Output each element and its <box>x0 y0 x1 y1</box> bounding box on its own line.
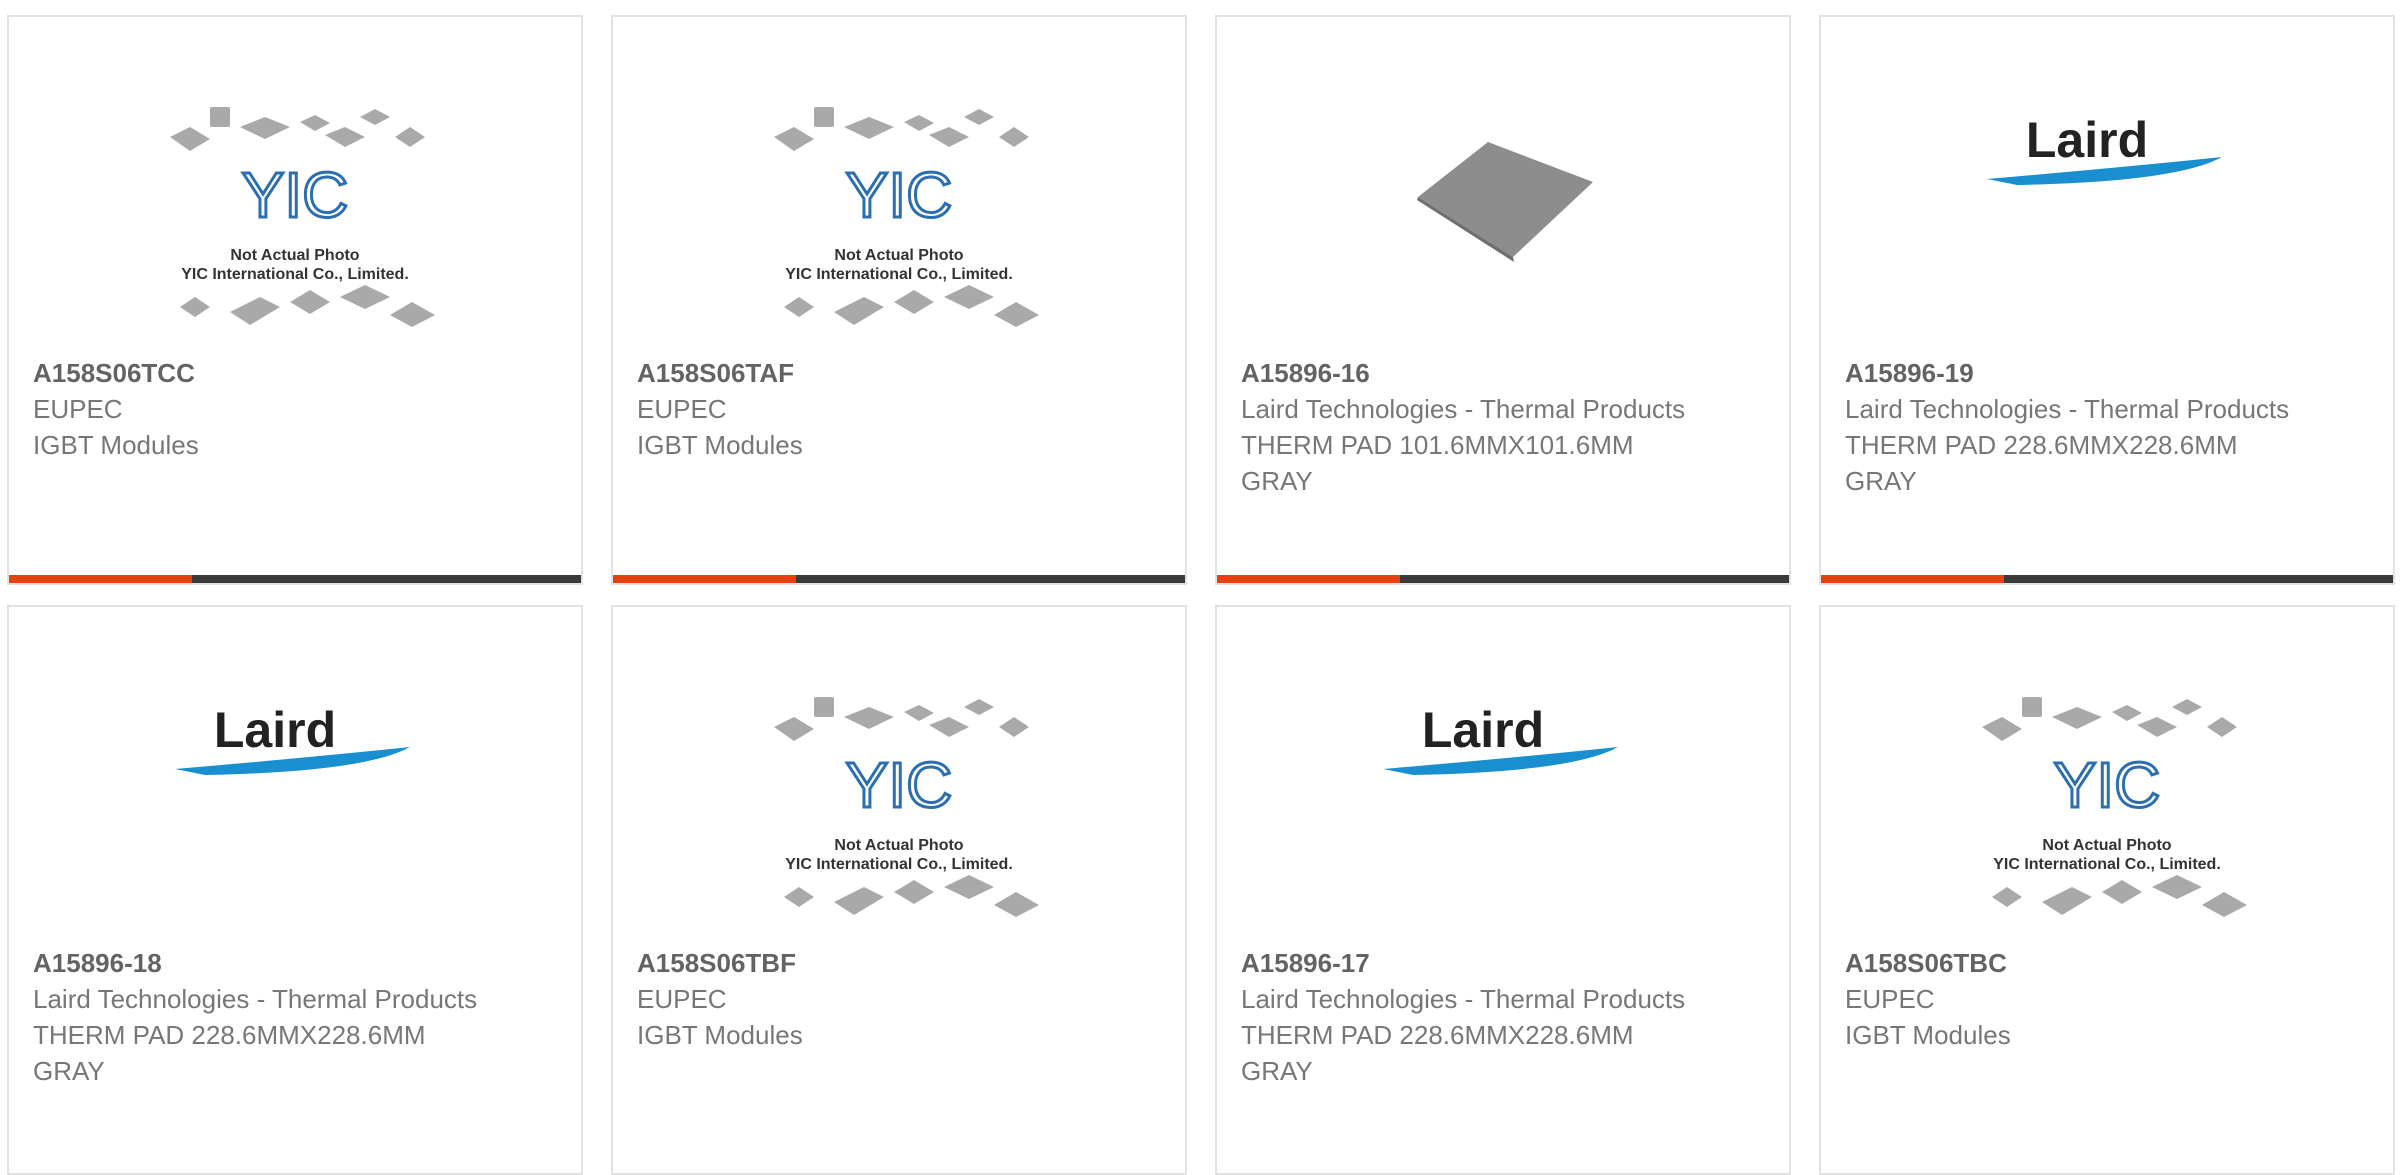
card-bottom-bar <box>9 575 581 583</box>
part-number[interactable]: A15896-17 <box>1241 945 1765 981</box>
company-text: YIC International Co., Limited. <box>785 266 1013 283</box>
svg-text:Laird: Laird <box>1422 702 1544 758</box>
description: IGBT Modules <box>637 430 803 460</box>
manufacturer: EUPEC <box>33 394 123 424</box>
card-bottom-bar <box>613 575 1185 583</box>
manufacturer: EUPEC <box>637 984 727 1014</box>
product-card[interactable]: Laird A15896-19 Laird Technologies - The… <box>1819 15 2395 585</box>
svg-text:Laird: Laird <box>214 702 336 758</box>
manufacturer: Laird Technologies - Thermal Products <box>1241 394 1686 424</box>
part-number[interactable]: A158S06TAF <box>637 355 1161 391</box>
manufacturer: Laird Technologies - Thermal Products <box>1845 394 2290 424</box>
product-image[interactable]: Laird <box>1217 687 1789 957</box>
laird-logo-icon: Laird <box>1987 112 2222 185</box>
part-number[interactable]: A158S06TBC <box>1845 945 2369 981</box>
description: THERM PAD 228.6MMX228.6MM GRAY <box>1241 1020 1634 1086</box>
not-actual-photo-text: Not Actual Photo <box>834 837 963 854</box>
company-text: YIC International Co., Limited. <box>1993 856 2221 873</box>
svg-text:Laird: Laird <box>2026 112 2148 168</box>
company-text: YIC International Co., Limited. <box>181 266 409 283</box>
part-number[interactable]: A15896-19 <box>1845 355 2369 391</box>
product-card[interactable]: Laird A15896-17 Laird Technologies - The… <box>1215 605 1791 1175</box>
not-actual-photo-text: Not Actual Photo <box>2042 837 2171 854</box>
description: IGBT Modules <box>33 430 199 460</box>
not-actual-photo-image: YIC Not Actual Photo YIC International C… <box>774 697 1039 917</box>
not-actual-photo-image: YIC Not Actual Photo YIC International C… <box>1982 697 2247 917</box>
manufacturer: Laird Technologies - Thermal Products <box>1241 984 1686 1014</box>
part-number[interactable]: A15896-18 <box>33 945 557 981</box>
company-text: YIC International Co., Limited. <box>785 856 1013 873</box>
description: THERM PAD 228.6MMX228.6MM GRAY <box>1845 430 2238 496</box>
manufacturer: EUPEC <box>637 394 727 424</box>
not-actual-photo-text: Not Actual Photo <box>230 247 359 264</box>
product-image[interactable]: YIC Not Actual Photo YIC International C… <box>1821 687 2393 957</box>
product-image[interactable]: YIC Not Actual Photo YIC International C… <box>9 97 581 367</box>
laird-logo-icon: Laird <box>175 702 410 775</box>
description: IGBT Modules <box>1845 1020 2011 1050</box>
product-image[interactable]: Laird <box>1821 97 2393 367</box>
not-actual-photo-text: Not Actual Photo <box>834 247 963 264</box>
not-actual-photo-image: YIC Not Actual Photo YIC International C… <box>170 107 435 327</box>
product-image[interactable]: YIC Not Actual Photo YIC International C… <box>613 97 1185 367</box>
manufacturer: EUPEC <box>1845 984 1935 1014</box>
product-card[interactable]: YIC Not Actual Photo YIC International C… <box>1819 605 2395 1175</box>
product-grid: YIC Not Actual Photo YIC International C… <box>0 0 2400 1175</box>
product-card[interactable]: YIC Not Actual Photo YIC International C… <box>611 605 1187 1175</box>
part-number[interactable]: A15896-16 <box>1241 355 1765 391</box>
description: IGBT Modules <box>637 1020 803 1050</box>
part-number[interactable]: A158S06TBF <box>637 945 1161 981</box>
svg-text:YIC: YIC <box>846 749 953 821</box>
card-bottom-bar <box>1821 575 2393 583</box>
not-actual-photo-image: YIC Not Actual Photo YIC International C… <box>774 107 1039 327</box>
card-bottom-bar <box>1217 575 1789 583</box>
svg-text:YIC: YIC <box>846 159 953 231</box>
manufacturer: Laird Technologies - Thermal Products <box>33 984 478 1014</box>
product-image[interactable]: Laird <box>9 687 581 957</box>
product-card[interactable]: YIC Not Actual Photo YIC International C… <box>7 15 583 585</box>
thermal-pad-photo <box>1417 142 1593 262</box>
part-number[interactable]: A158S06TCC <box>33 355 557 391</box>
product-card[interactable]: A15896-16 Laird Technologies - Thermal P… <box>1215 15 1791 585</box>
description: THERM PAD 101.6MMX101.6MM GRAY <box>1241 430 1634 496</box>
product-image[interactable] <box>1217 97 1789 367</box>
description: THERM PAD 228.6MMX228.6MM GRAY <box>33 1020 426 1086</box>
laird-logo-icon: Laird <box>1383 702 1618 775</box>
product-card[interactable]: YIC Not Actual Photo YIC International C… <box>611 15 1187 585</box>
svg-text:YIC: YIC <box>2054 749 2161 821</box>
product-image[interactable]: YIC Not Actual Photo YIC International C… <box>613 687 1185 957</box>
svg-text:YIC: YIC <box>242 159 349 231</box>
product-card[interactable]: Laird A15896-18 Laird Technologies - The… <box>7 605 583 1175</box>
